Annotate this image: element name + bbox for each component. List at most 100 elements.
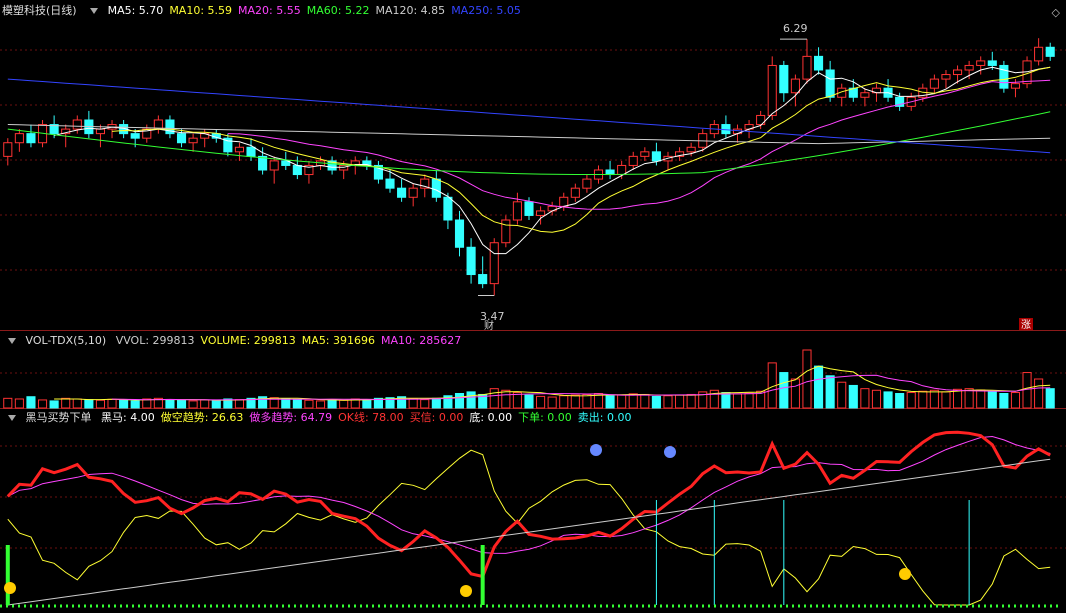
volume-bar [119,399,129,409]
volume-bar [640,393,650,409]
candle-body [802,55,812,80]
volume-bar [3,397,13,409]
candlesticks [3,38,1055,296]
volume-bar [536,395,546,409]
volume-bar [84,399,94,409]
volume-bar [200,399,210,409]
indicator-value-6: 下单: 0.00 [518,411,572,424]
indicator-value-4: 买信: 0.00 [409,411,464,424]
volume-bar [976,389,986,409]
volume-bar [61,397,71,409]
candle-body [431,178,441,198]
volume-bar [466,391,476,409]
volume-value-0: VVOL: 299813 [115,334,195,347]
ma-value-5: MA250: 5.05 [451,4,521,17]
volume-bar [501,389,511,409]
volume-bar [420,399,430,409]
indicator-value-0: 黑马: 4.00 [101,411,155,424]
ma-values: MA5: 5.70 MA10: 5.59 MA20: 5.55 MA60: 5.22 M… [108,4,527,17]
candle-body [976,60,986,66]
volume-bar [605,395,615,409]
sad-face-icon [664,446,676,458]
zhang-badge[interactable]: 涨 [1021,319,1031,331]
volume-bar [732,393,743,409]
candle-body [559,196,569,207]
volume-value-3: MA10: 285627 [381,334,462,347]
volume-bar [454,393,465,409]
stock-title: 模塑科技(日线) [2,4,77,17]
volume-bar [559,395,569,409]
volume-bar [188,400,198,409]
candle-body [987,60,997,66]
volume-bar [339,399,349,409]
volume-bars [3,349,1055,409]
candle-body [72,119,82,130]
volume-bar [95,399,106,409]
candle-body [3,142,13,157]
volume-bar [292,399,302,409]
volume-bar [883,391,893,409]
volume-bar [825,375,835,409]
volume-bar [628,393,638,409]
dropdown-triangle-icon[interactable] [90,7,99,14]
candle-body [188,137,198,144]
candle-body [767,64,777,116]
volume-bar [315,400,326,409]
dropdown-triangle-icon[interactable] [8,414,16,421]
volume-bar [304,399,314,409]
volume-bar [26,396,36,409]
candle-body [628,155,638,166]
diamond-close-icon[interactable]: ◇ [1052,6,1060,19]
candle-body [95,128,106,135]
volume-value-2: MA5: 391696 [301,334,376,347]
candle-body [454,219,465,248]
main-legend: 模塑科技(日线) MA5: 5.70 MA10: 5.59 MA20: 5.55 MA… [2,4,533,18]
candle-body [825,69,835,98]
dropdown-triangle-icon[interactable] [8,337,16,344]
cai-badge[interactable]: 财 [484,319,494,332]
volume-bar [570,394,580,409]
volume-bar [582,393,592,409]
ma-value-0: MA5: 5.70 [107,4,164,17]
buy-signal-bar [480,545,485,605]
candle-body [234,146,244,153]
volume-bar [837,381,847,409]
volume-bar [327,399,337,409]
candle-body [1045,46,1055,57]
short-trend-line [7,449,1051,606]
volume-bar [107,398,117,409]
ma250-line [7,78,1051,154]
volume-bar [802,349,812,409]
volume-bar [130,400,140,409]
volume-bar [524,394,534,409]
candle-body [790,78,800,94]
candle-body [570,187,580,198]
stock-chart[interactable]: 6.29 3.47 财 涨 [0,0,1066,613]
candle-body [686,146,696,153]
volume-bar [651,395,661,409]
indicator-value-7: 卖出: 0.00 [577,411,632,424]
candle-body [929,78,939,89]
volume-bar [814,365,824,409]
volume-bar [779,372,789,409]
candle-body [582,178,592,189]
volume-bar [408,398,418,409]
ma-value-1: MA10: 5.59 [169,4,233,17]
volume-value-1: VOLUME: 299813 [200,334,296,347]
candle-body [617,164,627,176]
volume-bar [489,388,499,409]
volume-bar [941,391,951,409]
volume-bar [49,400,59,409]
volume-bar [211,400,221,409]
long-trend-line [7,435,1051,554]
candle-body [605,169,615,176]
candle-body [408,187,418,198]
ma-lines [7,38,1051,296]
ma-value-2: MA20: 5.55 [238,4,301,17]
volume-bar [547,396,557,409]
candle-body [397,187,407,198]
volume-bar [1034,378,1044,409]
candle-body [941,74,951,80]
volume-bar [686,393,696,409]
smiley-icon [899,568,911,580]
